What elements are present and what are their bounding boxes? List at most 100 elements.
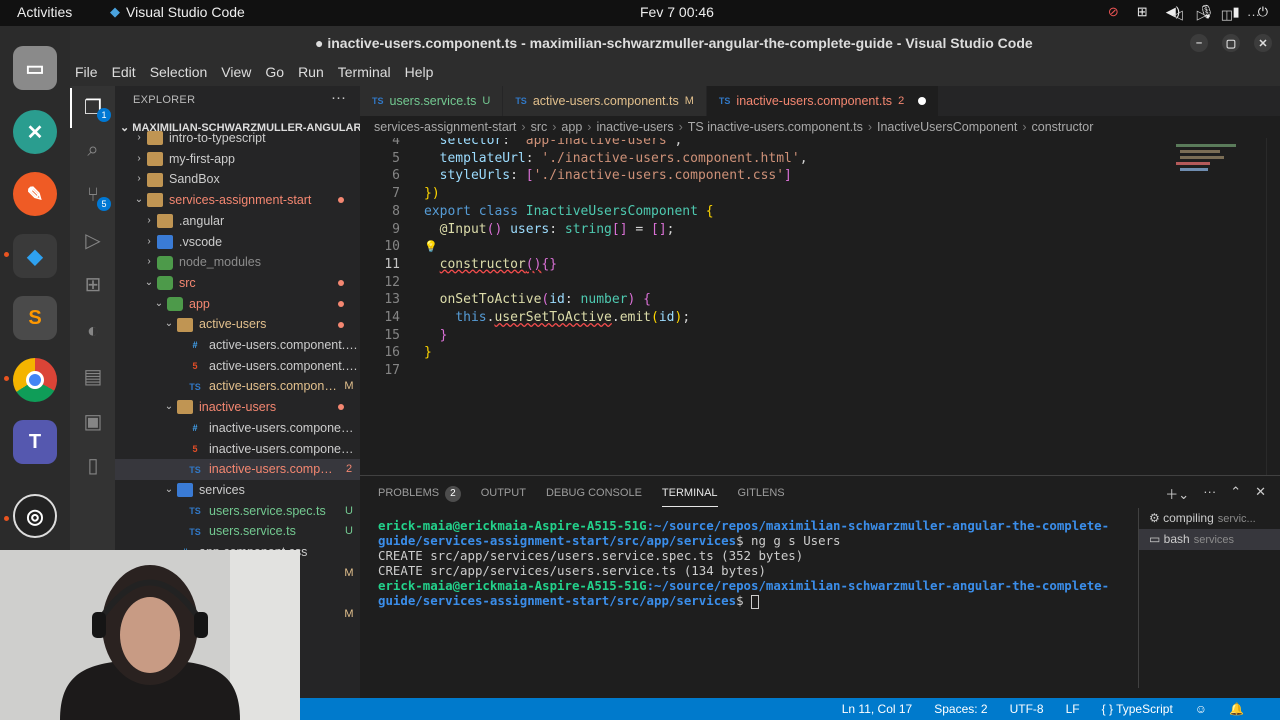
file-tree-item[interactable]: 5 inactive-users.component.... [115, 439, 360, 460]
obs-app-icon[interactable]: ◎ [13, 494, 57, 538]
file-tree-item[interactable]: # inactive-users.component.css [115, 418, 360, 439]
database-icon[interactable]: ▯ [81, 454, 105, 478]
code-line[interactable]: 10 💡 [360, 238, 1160, 256]
editor-tab[interactable]: TS inactive-users.component.ts 2 [706, 86, 940, 116]
code-line[interactable]: 15 } [360, 327, 1160, 345]
clock[interactable]: Fev 7 00:46 [640, 4, 714, 20]
postman-app-icon[interactable]: ✎ [13, 172, 57, 216]
menu-selection[interactable]: Selection [150, 60, 215, 86]
file-tree-item[interactable]: ⌄ src [115, 273, 360, 294]
menu-go[interactable]: Go [265, 60, 291, 86]
unsaved-dot-icon[interactable] [918, 97, 927, 105]
panel-tab[interactable]: PROBLEMS 2 [378, 485, 461, 507]
close-window-button[interactable]: ✕ [1254, 34, 1272, 52]
minimize-button[interactable]: – [1190, 34, 1208, 52]
lightbulb-icon[interactable]: 💡 [424, 238, 438, 256]
remote-explorer-icon[interactable]: ▣ [81, 410, 105, 434]
breadcrumb-item[interactable]: TS inactive-users.component.ts [688, 120, 863, 134]
file-tree-item[interactable]: › intro-to-typescript [115, 128, 360, 149]
git-graph-icon[interactable]: ◐ [81, 319, 105, 343]
breadcrumb-item[interactable]: app [561, 120, 582, 134]
code-line[interactable]: 9 @Input() users: string[] = []; [360, 221, 1160, 239]
terminal-instance[interactable]: ⚙ compiling servic... [1139, 508, 1280, 529]
menu-terminal[interactable]: Terminal [338, 60, 398, 86]
split-editor-icon[interactable]: ◫ [1221, 7, 1233, 23]
file-tree-item[interactable]: ⌄ app [115, 294, 360, 315]
breadcrumb-item[interactable]: InactiveUsersComponent [877, 120, 1017, 134]
file-tree-item[interactable]: TS users.service.spec.ts U [115, 501, 360, 522]
file-tree-item[interactable]: 5 active-users.component.html [115, 356, 360, 377]
file-tree-item[interactable]: TS inactive-users.compon... 2 [115, 459, 360, 480]
search-icon[interactable]: ⌕ [81, 138, 105, 162]
code-line[interactable]: 4 selector: 'app-inactive-users', [360, 138, 1160, 150]
file-tree-item[interactable]: › SandBox [115, 169, 360, 190]
code-editor[interactable]: 4 selector: 'app-inactive-users', 5 templ… [360, 138, 1280, 475]
file-tree-item[interactable]: # active-users.component.css [115, 335, 360, 356]
breadcrumb-item[interactable]: inactive-users [596, 120, 673, 134]
file-tree-item[interactable]: ⌄ active-users [115, 314, 360, 335]
menu-run[interactable]: Run [298, 60, 331, 86]
teams-app-icon[interactable]: T [13, 420, 57, 464]
terminal-instance[interactable]: ▭ bash services [1139, 529, 1280, 550]
maximize-button[interactable]: ▢ [1222, 34, 1240, 52]
file-tree-item[interactable]: ⌄ services [115, 480, 360, 501]
end-of-line[interactable]: LF [1066, 702, 1080, 716]
terminal-output[interactable]: erick-maia@erickmaia-Aspire-A515-51G:~/s… [378, 518, 1118, 609]
code-line[interactable]: 13 onSetToActive(id: number) { [360, 291, 1160, 309]
panel-tab[interactable]: DEBUG CONSOLE [546, 485, 642, 507]
app-menu[interactable]: ◆ Visual Studio Code [110, 4, 245, 20]
indentation[interactable]: Spaces: 2 [934, 702, 987, 716]
editor-tab[interactable]: TS active-users.component.ts M [503, 86, 707, 116]
go-back-icon[interactable]: ◁ [1173, 7, 1183, 23]
close-panel-icon[interactable]: ✕ [1255, 484, 1266, 503]
menu-view[interactable]: View [221, 60, 258, 86]
network-icon[interactable]: ⊞ [1137, 4, 1148, 20]
editor-tab[interactable]: TS users.service.ts U [360, 86, 504, 116]
feedback-icon[interactable]: ☺ [1195, 702, 1207, 716]
file-tree-item[interactable]: › .angular [115, 211, 360, 232]
more-actions-icon[interactable]: ··· [331, 89, 346, 106]
minimap[interactable] [1176, 144, 1266, 204]
docker-icon[interactable]: ▤ [81, 365, 105, 389]
remote-desktop-app-icon[interactable]: ✕ [13, 110, 57, 154]
code-line[interactable]: 16} [360, 344, 1160, 362]
new-terminal-icon[interactable]: ＋⌄ [1165, 484, 1189, 503]
file-tree-item[interactable]: › .vscode [115, 232, 360, 253]
file-tree-item[interactable]: ⌄ services-assignment-start [115, 190, 360, 211]
menu-help[interactable]: Help [405, 60, 441, 86]
notifications-icon[interactable]: 🔔 [1229, 702, 1244, 716]
file-tree-item[interactable]: TS users.service.ts U [115, 521, 360, 542]
code-line[interactable]: 5 templateUrl: './inactive-users.compone… [360, 150, 1160, 168]
code-line[interactable]: 17 [360, 362, 1160, 380]
file-tree-item[interactable]: › my-first-app [115, 149, 360, 170]
breadcrumb-item[interactable]: constructor [1032, 120, 1094, 134]
files-app-icon[interactable]: ▭ [13, 46, 57, 90]
more-actions-icon[interactable]: ··· [1247, 7, 1260, 23]
file-tree-item[interactable]: ⌄ inactive-users [115, 397, 360, 418]
run-debug-icon[interactable]: ▷ [81, 229, 105, 253]
file-tree-item[interactable]: TS active-users.compone... M [115, 376, 360, 397]
extensions-icon[interactable]: ⊞ [81, 273, 105, 297]
update-icon[interactable]: ⊘ [1108, 4, 1119, 20]
cursor-position[interactable]: Ln 11, Col 17 [842, 702, 913, 716]
breadcrumb-item[interactable]: src [531, 120, 548, 134]
more-actions-icon[interactable]: ··· [1203, 484, 1216, 503]
breadcrumb-item[interactable]: services-assignment-start [374, 120, 516, 134]
language-mode[interactable]: { } TypeScript [1102, 702, 1173, 716]
encoding[interactable]: UTF-8 [1010, 702, 1044, 716]
code-line[interactable]: 12 [360, 274, 1160, 292]
chrome-app-icon[interactable] [13, 358, 57, 402]
menu-file[interactable]: File [75, 60, 105, 86]
panel-tab[interactable]: GITLENS [738, 485, 785, 507]
panel-tab[interactable]: TERMINAL [661, 485, 718, 507]
go-forward-icon[interactable]: ▷ [1197, 7, 1207, 23]
activities-button[interactable]: Activities [17, 4, 72, 20]
maximize-panel-icon[interactable]: ⌃ [1230, 484, 1241, 503]
panel-tab[interactable]: OUTPUT [481, 485, 526, 507]
code-line[interactable]: 8 export class InactiveUsersComponent { [360, 203, 1160, 221]
code-line[interactable]: 7}) [360, 185, 1160, 203]
code-line[interactable]: 6 styleUrls: ['./inactive-users.componen… [360, 167, 1160, 185]
file-tree-item[interactable]: › node_modules [115, 252, 360, 273]
sublime-text-app-icon[interactable]: S [13, 296, 57, 340]
vscode-app-icon[interactable]: ◆ [13, 234, 57, 278]
